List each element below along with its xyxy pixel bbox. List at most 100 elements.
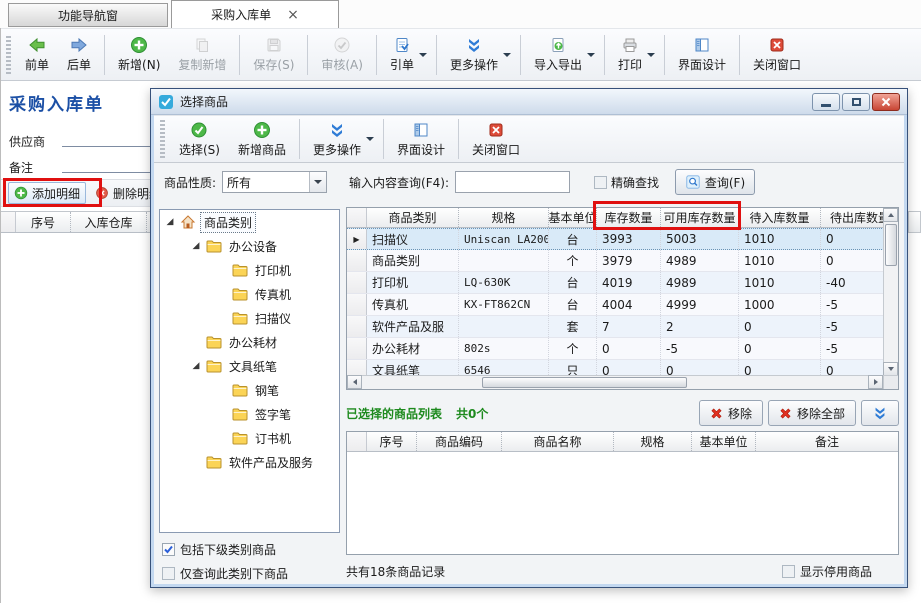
dropdown-caret-icon[interactable] bbox=[503, 53, 511, 57]
close-button[interactable] bbox=[872, 93, 900, 111]
tree-item-0[interactable]: ◢商品类别 bbox=[160, 210, 339, 234]
main-toolbar-impexp-button[interactable]: 导入导出 bbox=[525, 32, 600, 78]
scroll-up-button[interactable] bbox=[883, 208, 898, 222]
cell: 台 bbox=[549, 272, 597, 293]
product-row-2[interactable]: 打印机LQ-630K台401949891010-40 bbox=[347, 272, 898, 294]
expander-icon[interactable]: ◢ bbox=[164, 217, 176, 227]
horizontal-scrollbar[interactable] bbox=[347, 375, 883, 389]
toolbar-separator bbox=[383, 119, 384, 159]
minimize-button[interactable] bbox=[812, 93, 840, 111]
remove-x-icon bbox=[710, 407, 723, 420]
product-col-0[interactable]: 商品类别 bbox=[367, 208, 459, 227]
collapse-button[interactable] bbox=[861, 400, 899, 426]
tree-item-label: 订书机 bbox=[252, 429, 294, 448]
vertical-scroll-thumb[interactable] bbox=[885, 224, 897, 266]
button-label: 更多操作 bbox=[313, 141, 361, 158]
product-col-4[interactable]: 可用库存数量 bbox=[661, 208, 739, 227]
tree-item-3[interactable]: 传真机 bbox=[160, 282, 339, 306]
tree-item-6[interactable]: ◢文具纸笔 bbox=[160, 354, 339, 378]
product-col-3[interactable]: 库存数量 bbox=[597, 208, 661, 227]
remove-button[interactable]: 移除 bbox=[699, 400, 763, 426]
main-toolbar-new-button[interactable]: 新增(N) bbox=[109, 32, 169, 78]
dropdown-caret-icon[interactable] bbox=[647, 53, 655, 57]
expander-icon[interactable]: ◢ bbox=[190, 361, 202, 371]
main-toolbar-prev-button[interactable]: 前单 bbox=[16, 32, 58, 78]
tree-item-1[interactable]: ◢办公设备 bbox=[160, 234, 339, 258]
exact-search-checkbox[interactable] bbox=[594, 176, 607, 189]
main-toolbar-next-button[interactable]: 后单 bbox=[58, 32, 100, 78]
product-row-4[interactable]: 软件产品及服套720-5 bbox=[347, 316, 898, 338]
detail-col-seq[interactable]: 序号 bbox=[16, 212, 71, 232]
selected-col-0[interactable]: 序号 bbox=[367, 432, 417, 451]
product-row-0[interactable]: ▶扫描仪Uniscan LA2000台3993500310100 bbox=[347, 228, 898, 250]
scroll-left-button[interactable] bbox=[347, 375, 362, 389]
add-detail-button[interactable]: 添加明细 bbox=[8, 182, 86, 204]
search-button-label: 查询(F) bbox=[705, 174, 745, 191]
dialog-toolbar-design-button[interactable]: 界面设计 bbox=[388, 116, 454, 162]
remark-input[interactable] bbox=[62, 157, 150, 173]
scroll-down-button[interactable] bbox=[883, 362, 898, 376]
tree-item-2[interactable]: 打印机 bbox=[160, 258, 339, 282]
product-row-3[interactable]: 传真机KX-FT862CN台400449991000-5 bbox=[347, 294, 898, 316]
include-sub-checkbox[interactable] bbox=[162, 543, 175, 556]
printer-icon bbox=[621, 36, 639, 54]
tree-item-4[interactable]: 扫描仪 bbox=[160, 306, 339, 330]
vertical-scrollbar[interactable] bbox=[883, 208, 898, 376]
tree-item-10[interactable]: 软件产品及服务 bbox=[160, 450, 339, 474]
product-row-5[interactable]: 办公耗材802s个0-50-5 bbox=[347, 338, 898, 360]
dialog-toolbar-close-button[interactable]: 关闭窗口 bbox=[463, 116, 529, 162]
delete-detail-button[interactable]: 删除明细 bbox=[90, 182, 150, 204]
product-col-1[interactable]: 规格 bbox=[459, 208, 549, 227]
detail-col-warehouse[interactable]: 入库仓库 bbox=[71, 212, 147, 232]
query-input[interactable] bbox=[455, 171, 570, 193]
only-this-checkbox[interactable] bbox=[162, 567, 175, 580]
main-toolbar-copynew-button: 复制新增 bbox=[169, 32, 235, 78]
product-nature-select[interactable]: 所有 bbox=[222, 171, 327, 193]
selected-col-1[interactable]: 商品编码 bbox=[417, 432, 502, 451]
search-button[interactable]: 查询(F) bbox=[675, 169, 755, 195]
tree-item-8[interactable]: 签字笔 bbox=[160, 402, 339, 426]
dropdown-caret-icon[interactable] bbox=[419, 53, 427, 57]
main-toolbar-close-button[interactable]: 关闭窗口 bbox=[744, 32, 810, 78]
tab-purchase-receipt[interactable]: 采购入库单 × bbox=[171, 0, 339, 28]
main-toolbar-design-button[interactable]: 界面设计 bbox=[669, 32, 735, 78]
selected-col-3[interactable]: 规格 bbox=[614, 432, 692, 451]
main-toolbar-pull-button[interactable]: 引单 bbox=[381, 32, 432, 78]
tree-item-9[interactable]: 订书机 bbox=[160, 426, 339, 450]
product-col-2[interactable]: 基本单位 bbox=[549, 208, 597, 227]
product-col-5[interactable]: 待入库数量 bbox=[739, 208, 821, 227]
dialog-toolbar-select-button[interactable]: 选择(S) bbox=[170, 116, 229, 162]
tree-item-7[interactable]: 钢笔 bbox=[160, 378, 339, 402]
selected-count: 共0个 bbox=[456, 405, 488, 422]
dropdown-caret-icon[interactable] bbox=[587, 53, 595, 57]
remove-label: 移除 bbox=[728, 405, 752, 422]
expander-icon[interactable]: ◢ bbox=[190, 241, 202, 251]
scroll-right-button[interactable] bbox=[868, 375, 883, 389]
page-title: 采购入库单 bbox=[9, 90, 104, 115]
toolbar-separator bbox=[239, 35, 240, 75]
maximize-button[interactable] bbox=[842, 93, 870, 111]
supplier-input[interactable] bbox=[62, 131, 150, 147]
closebox-icon bbox=[768, 36, 786, 54]
selected-col-2[interactable]: 商品名称 bbox=[502, 432, 614, 451]
selected-col-5[interactable]: 备注 bbox=[756, 432, 899, 451]
product-row-1[interactable]: 商品类别个3979498910100 bbox=[347, 250, 898, 272]
remove-all-button[interactable]: 移除全部 bbox=[768, 400, 856, 426]
selected-col-4[interactable]: 基本单位 bbox=[692, 432, 756, 451]
add-detail-label: 添加明细 bbox=[32, 185, 80, 202]
dropdown-caret-icon[interactable] bbox=[366, 137, 374, 141]
cell: 1010 bbox=[739, 272, 821, 293]
main-toolbar-more-button[interactable]: 更多操作 bbox=[441, 32, 516, 78]
button-label: 界面设计 bbox=[678, 56, 726, 73]
product-nature-label: 商品性质: bbox=[164, 174, 216, 191]
tab-close-icon[interactable]: × bbox=[287, 8, 299, 22]
dialog-toolbar-more-button[interactable]: 更多操作 bbox=[304, 116, 379, 162]
tree-item-5[interactable]: 办公耗材 bbox=[160, 330, 339, 354]
main-toolbar-print-button[interactable]: 打印 bbox=[609, 32, 660, 78]
dialog-titlebar[interactable]: 选择商品 bbox=[151, 89, 907, 115]
dialog-toolbar-newproduct-button[interactable]: 新增商品 bbox=[229, 116, 295, 162]
select-dropdown-button[interactable] bbox=[309, 172, 326, 192]
horizontal-scroll-thumb[interactable] bbox=[482, 377, 687, 388]
show-disabled-checkbox[interactable] bbox=[782, 565, 795, 578]
tab-function-nav[interactable]: 功能导航窗 bbox=[8, 3, 168, 27]
